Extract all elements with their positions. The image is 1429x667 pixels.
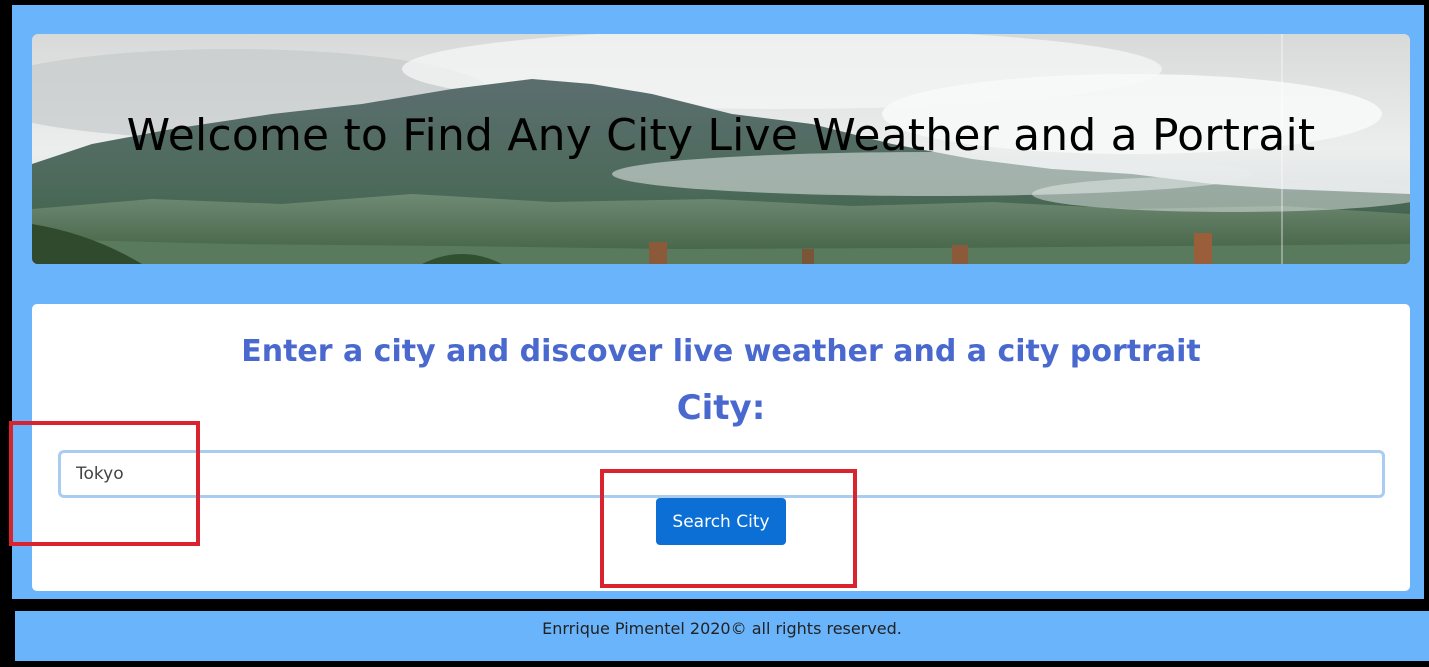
hero-title: Welcome to Find Any City Live Weather an… [126,110,1316,161]
city-input[interactable] [58,450,1385,498]
search-card-heading: Enter a city and discover live weather a… [241,334,1201,369]
search-card: Enter a city and discover live weather a… [32,304,1410,591]
search-city-button[interactable]: Search City [656,498,786,545]
footer: Enrrique Pimentel 2020© all rights reser… [15,611,1429,661]
city-label: City: [676,388,766,428]
footer-text: Enrrique Pimentel 2020© all rights reser… [542,619,902,638]
page-frame: Welcome to Find Any City Live Weather an… [12,5,1424,599]
hero-banner: Welcome to Find Any City Live Weather an… [32,34,1410,264]
